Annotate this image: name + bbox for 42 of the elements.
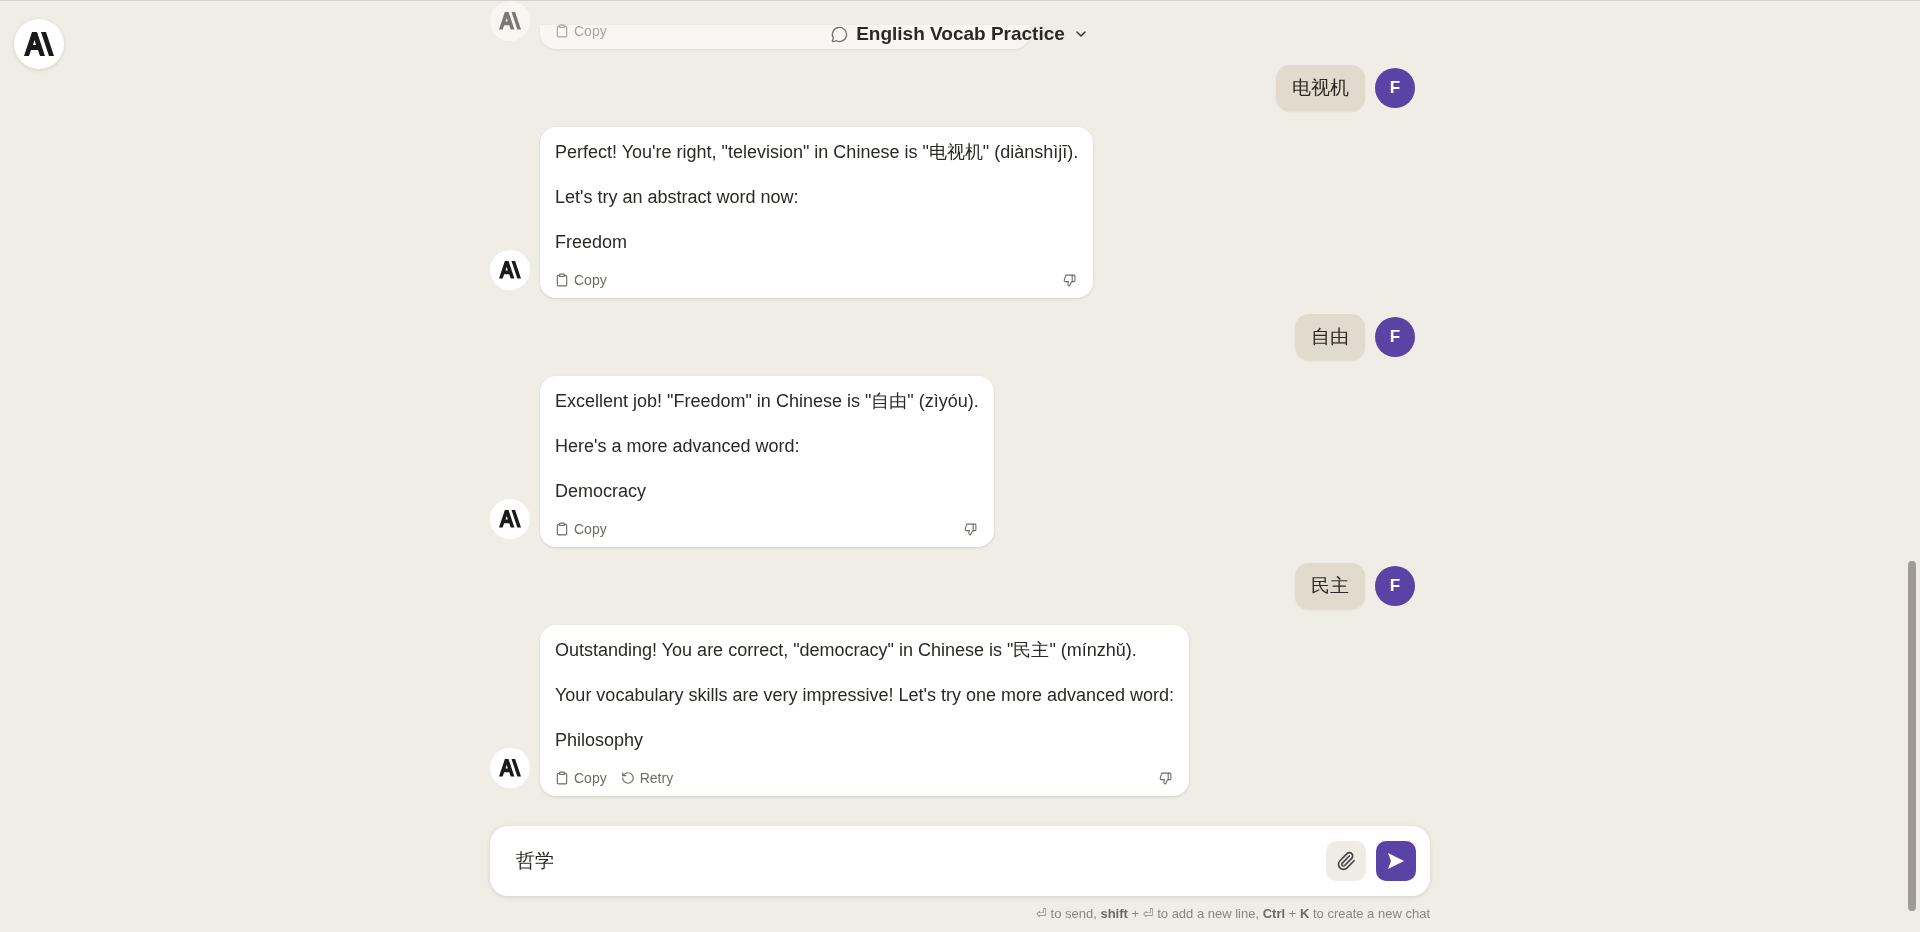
attach-button[interactable] [1326, 841, 1366, 881]
message-text: Outstanding! You are correct, "democracy" in Chinese is "民主" (mínzhǔ). [555, 639, 1138, 662]
chat-bubble-icon [831, 25, 849, 43]
user-avatar: F [1375, 68, 1415, 108]
message-text: Philosophy [555, 729, 645, 752]
clipboard-icon [555, 522, 569, 536]
retry-button[interactable]: Retry [620, 768, 674, 788]
clipboard-icon [555, 273, 569, 287]
copy-button[interactable]: Copy [555, 270, 607, 290]
user-avatar: F [1375, 566, 1415, 606]
logo-icon [24, 32, 54, 56]
clipboard-icon [555, 771, 569, 785]
user-avatar: F [1375, 317, 1415, 357]
paperclip-icon [1336, 851, 1356, 871]
message-text: Democracy [555, 480, 648, 503]
logo-icon [499, 759, 521, 777]
thumbs-down-button[interactable] [1061, 271, 1079, 289]
message-text: Let's try an abstract word now: [555, 186, 800, 209]
message-text: Your vocabulary skills are very impressive! Let's try one more advanced word: [555, 684, 1175, 707]
chat-title[interactable]: English Vocab Practice [823, 19, 1097, 49]
app-logo[interactable] [14, 19, 64, 69]
copy-button[interactable]: Copy [555, 768, 607, 788]
message-text: Freedom [555, 231, 629, 254]
logo-icon [499, 12, 521, 30]
thumbs-down-button[interactable] [1157, 769, 1175, 787]
message-text: Excellent job! "Freedom" in Chinese is "自由" (zìyóu). [555, 390, 979, 413]
message-input[interactable]: 哲学 [514, 849, 1316, 873]
message-text: Perfect! You're right, "television" in Chinese is "电视机" (diànshìjī). [555, 141, 1079, 164]
scrollbar[interactable] [1908, 561, 1916, 911]
clipboard-icon [555, 24, 569, 38]
retry-icon [620, 771, 635, 785]
send-icon [1386, 851, 1406, 871]
logo-icon [499, 261, 521, 279]
user-message: 自由 [1295, 314, 1365, 360]
user-message: 电视机 [1276, 65, 1365, 111]
keyboard-hint: ⏎ to send, shift + ⏎ to add a new line, Ctrl + K to create a new chat [1036, 906, 1430, 921]
send-button[interactable] [1376, 841, 1416, 881]
message-field[interactable]: 哲学 [490, 826, 1430, 896]
user-message: 民主 [1295, 563, 1365, 609]
message-text: Here's a more advanced word: [555, 435, 801, 458]
copy-button[interactable]: Copy [555, 519, 607, 539]
logo-icon [499, 510, 521, 528]
